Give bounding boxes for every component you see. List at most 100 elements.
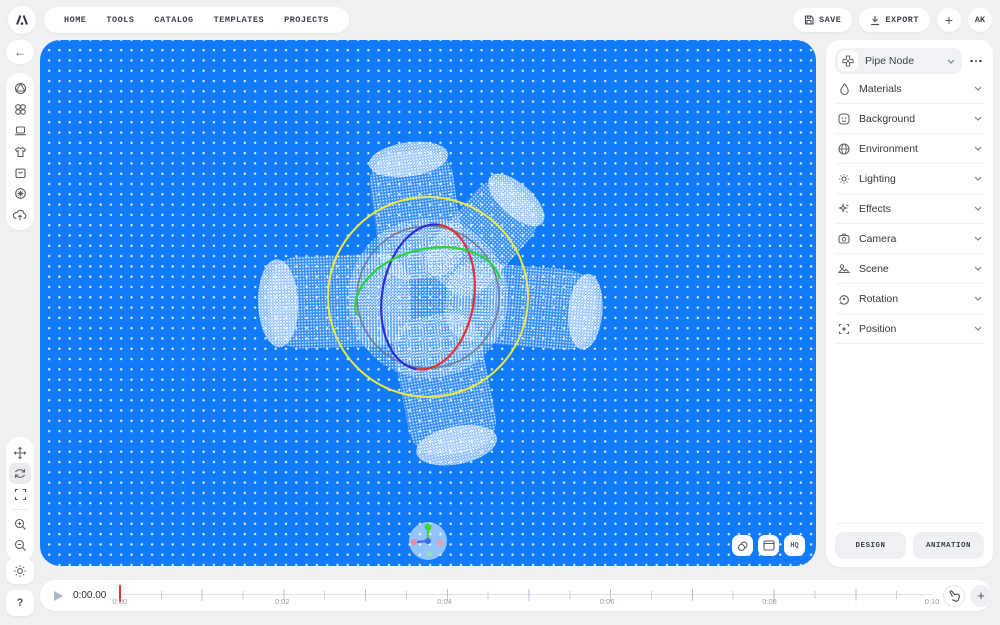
cloud-upload-icon [13, 209, 27, 220]
tab-animation[interactable]: ANIMATION [913, 532, 984, 559]
plus-icon: + [977, 588, 985, 603]
axis-y-neg-handle[interactable] [426, 551, 432, 557]
rotation-icon [837, 293, 851, 305]
avatar-initials: AK [974, 15, 986, 25]
tick-label: 0:00 [112, 597, 128, 606]
environment-icon [837, 142, 851, 155]
section-camera[interactable]: Camera [835, 224, 984, 254]
snapshot-button[interactable] [732, 535, 753, 556]
position-icon [837, 323, 851, 335]
effects-icon [837, 202, 851, 215]
section-rotation[interactable]: Rotation [835, 284, 984, 314]
packaging-mockup-tool[interactable] [9, 162, 31, 183]
zoom-in-tool[interactable] [9, 514, 31, 535]
3d-shape-tool[interactable] [9, 78, 31, 99]
theme-toggle-button[interactable] [6, 558, 34, 584]
lighting-icon [837, 173, 851, 185]
tab-design[interactable]: DESIGN [835, 532, 906, 559]
add-keyframe-button[interactable]: + [970, 584, 992, 607]
section-lighting[interactable]: Lighting [835, 164, 984, 194]
section-background[interactable]: Background [835, 104, 984, 134]
scene-3d-object[interactable] [40, 40, 816, 566]
chevron-down-icon [974, 296, 982, 301]
background-icon [837, 112, 851, 125]
viewport-canvas[interactable]: HQ [40, 40, 816, 566]
chevron-down-icon [974, 266, 982, 271]
pipe-node-object[interactable] [256, 137, 606, 473]
export-label: EXPORT [885, 15, 919, 25]
layers-icon [737, 541, 747, 551]
left-toolbar: ← ? [6, 40, 34, 616]
play-button[interactable] [54, 590, 63, 601]
tick-label: 0:10 [924, 597, 940, 606]
axis-x-handle[interactable] [436, 539, 444, 547]
device-mockup-tool[interactable] [9, 120, 31, 141]
axis-z-handle[interactable] [425, 538, 431, 544]
laptop-icon [14, 125, 26, 135]
viewport-quick-actions: HQ [732, 535, 805, 556]
shapes-library-tool[interactable] [9, 99, 31, 120]
scene-icon [837, 263, 851, 274]
zoom-out-tool[interactable] [9, 535, 31, 556]
object-tools-group [6, 73, 34, 230]
timeline-ruler[interactable]: 0:00 0:02 0:04 0:06 0:08 0:10 [112, 580, 939, 611]
plus-icon: + [944, 12, 954, 28]
axis-y-handle[interactable] [424, 523, 432, 531]
properties-panel: Pipe Node Materials Background Environme… [826, 40, 993, 567]
nav-projects[interactable]: PROJECTS [274, 15, 339, 25]
nav-home[interactable]: HOME [54, 15, 96, 25]
section-environment[interactable]: Environment [835, 134, 984, 164]
axis-x-neg-handle[interactable] [410, 538, 418, 546]
chevron-down-icon [974, 326, 982, 331]
section-scene[interactable]: Scene [835, 254, 984, 284]
orbit-gizmo[interactable] [409, 522, 447, 560]
nav-catalog[interactable]: CATALOG [144, 15, 203, 25]
save-icon [804, 15, 814, 25]
badge-tool[interactable] [9, 183, 31, 204]
bag-icon [14, 167, 26, 178]
app-logo[interactable] [8, 6, 36, 34]
save-label: SAVE [818, 15, 842, 25]
user-avatar[interactable]: AK [968, 8, 992, 32]
chevron-down-icon [974, 116, 982, 121]
fullscreen-tool[interactable] [9, 484, 31, 505]
chevron-down-icon [974, 146, 982, 151]
add-project-button[interactable]: + [937, 8, 961, 32]
upload-tool[interactable] [9, 204, 31, 225]
view-tools-group [6, 437, 34, 561]
mode-tabs: DESIGN ANIMATION [835, 523, 984, 559]
section-position[interactable]: Position [835, 314, 984, 344]
help-button[interactable]: ? [6, 590, 34, 616]
camera-icon [837, 233, 851, 244]
rotate-tool[interactable] [9, 463, 31, 484]
expand-icon [14, 488, 26, 501]
zoom-out-icon [14, 539, 26, 551]
section-materials[interactable]: Materials [835, 74, 984, 104]
badge-icon [14, 188, 26, 199]
export-icon [871, 15, 880, 25]
ruler-major-ticks [119, 589, 932, 601]
toolbar-divider [13, 509, 27, 510]
move-tool[interactable] [9, 442, 31, 463]
export-button[interactable]: EXPORT [859, 8, 930, 32]
sun-icon [14, 565, 26, 577]
section-effects[interactable]: Effects [835, 194, 984, 224]
chevron-down-icon [947, 59, 955, 64]
back-button[interactable]: ← [6, 40, 34, 64]
preview-window-button[interactable] [758, 535, 779, 556]
logo-icon [16, 15, 28, 25]
cube-icon [14, 82, 26, 95]
hq-toggle-button[interactable]: HQ [784, 535, 805, 556]
apparel-mockup-tool[interactable] [9, 141, 31, 162]
save-button[interactable]: SAVE [792, 8, 853, 32]
chevron-down-icon [974, 176, 982, 181]
interaction-mode-button[interactable] [943, 584, 965, 607]
chevron-down-icon [974, 86, 982, 91]
nav-tools[interactable]: TOOLS [96, 15, 144, 25]
shapes-icon [14, 104, 26, 115]
nav-templates[interactable]: TEMPLATES [204, 15, 274, 25]
main-nav: HOME TOOLS CATALOG TEMPLATES PROJECTS [44, 7, 349, 33]
node-more-menu[interactable] [968, 59, 984, 63]
pointer-hand-icon [949, 590, 960, 602]
node-selector[interactable]: Pipe Node [835, 48, 962, 74]
